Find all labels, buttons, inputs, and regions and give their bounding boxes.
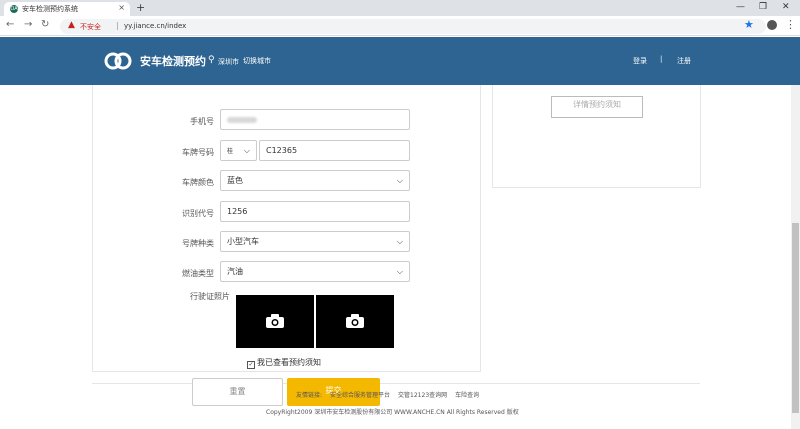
warning-icon: ▲ [68, 20, 75, 30]
plate-label: 车牌号码 [182, 148, 214, 157]
browser-toolbar: ← → ↻ ▲ 不安全 | yy.jiance.cn/index [0, 16, 800, 36]
tab-title: 安车检测预约系统 [22, 5, 78, 13]
brand-name: 安车检测预约 [140, 55, 206, 68]
security-label: 不安全 [80, 23, 101, 31]
footer-links-prefix: 友情链接: [296, 392, 323, 399]
footer-link-insurance[interactable]: 车险查询 [455, 392, 479, 399]
url-text: yy.jiance.cn/index [124, 22, 187, 30]
plate-prefix-value: 桂 [227, 148, 234, 155]
vin-input[interactable]: 1256 [220, 201, 410, 222]
phone-value-blurred [227, 117, 257, 123]
chevron-down-icon: ⌵ [396, 176, 403, 185]
chevron-down-icon: ⌵ [243, 146, 250, 155]
profile-icon[interactable] [767, 20, 777, 30]
new-tab-button[interactable]: + [136, 1, 145, 14]
agree-checkbox[interactable]: ✓ [247, 361, 255, 369]
address-bar[interactable]: ▲ 不安全 | yy.jiance.cn/index [60, 19, 766, 34]
footer-divider [92, 383, 700, 384]
location-pin-icon: ⚲ [208, 55, 215, 65]
plate-color-value: 蓝色 [227, 176, 243, 185]
license-photo-back-upload[interactable] [316, 295, 394, 348]
minimize-icon[interactable]: — [736, 2, 745, 12]
forward-icon[interactable]: → [24, 19, 32, 30]
chevron-down-icon: ⌵ [396, 267, 403, 276]
agree-label: 我已查看预约须知 [257, 358, 321, 367]
vin-label: 识别代号 [182, 209, 214, 218]
camera-icon [346, 314, 364, 328]
license-photo-label: 行驶证照片 [190, 292, 230, 301]
close-window-icon[interactable]: ✕ [782, 2, 790, 12]
login-link[interactable]: 登录 [633, 56, 647, 66]
page-scrollbar[interactable] [791, 85, 800, 429]
menu-dots-icon[interactable]: ⋮ [785, 18, 796, 31]
browser-tabbar: OA 安车检测预约系统 × + — ❐ ✕ [0, 0, 800, 16]
reload-icon[interactable]: ↻ [41, 19, 49, 30]
footer-links: 友情链接: 安全综合服务管理平台 交管12123查询网 车险查询 [296, 390, 487, 399]
bookmark-star-icon[interactable]: ★ [744, 18, 754, 31]
camera-icon [266, 314, 284, 328]
fuel-label: 燃油类型 [182, 269, 214, 278]
back-icon[interactable]: ← [6, 19, 14, 30]
phone-input[interactable] [220, 109, 410, 130]
footer-link-safety[interactable]: 安全综合服务管理平台 [330, 392, 390, 399]
current-city: 深圳市 [218, 58, 239, 66]
maximize-icon[interactable]: ❐ [759, 2, 767, 12]
logo-icon [104, 52, 132, 70]
detail-notice-button[interactable]: 详情预约须知 [551, 96, 643, 118]
plate-type-label: 号牌种类 [182, 239, 214, 248]
plate-color-label: 车牌颜色 [182, 178, 214, 187]
header-separator: | [660, 55, 663, 63]
agree-checkbox-row[interactable]: ✓ 我已查看预约须知 [247, 357, 321, 369]
reset-button[interactable]: 重置 [192, 378, 283, 406]
chevron-down-icon: ⌵ [396, 237, 403, 246]
browser-tab[interactable]: OA 安车检测预约系统 × [4, 2, 130, 16]
scrollbar-thumb[interactable] [792, 223, 799, 413]
favicon-icon: OA [10, 5, 18, 13]
plate-type-select[interactable]: 小型汽车 ⌵ [220, 231, 410, 252]
register-link[interactable]: 注册 [677, 56, 691, 66]
plate-number-input[interactable]: C12365 [259, 140, 410, 161]
plate-color-select[interactable]: 蓝色 ⌵ [220, 170, 410, 191]
plate-prefix-select[interactable]: 桂 ⌵ [220, 140, 257, 161]
fuel-type-select[interactable]: 汽油 ⌵ [220, 261, 410, 282]
license-photo-front-upload[interactable] [236, 295, 314, 348]
tab-close-icon[interactable]: × [118, 3, 125, 12]
site-header: 安车检测预约 ⚲ 深圳市 切换城市 登录 | 注册 [0, 37, 800, 85]
phone-label: 手机号 [190, 117, 214, 126]
switch-city-link[interactable]: 切换城市 [243, 56, 271, 66]
copyright-text: CopyRight2009 深圳市安车检测股份有限公司 WWW.ANCHE.CN… [266, 409, 519, 416]
footer-link-12123[interactable]: 交管12123查询网 [398, 392, 447, 399]
plate-type-value: 小型汽车 [227, 237, 259, 246]
fuel-type-value: 汽油 [227, 267, 243, 276]
url-separator: | [116, 21, 119, 30]
